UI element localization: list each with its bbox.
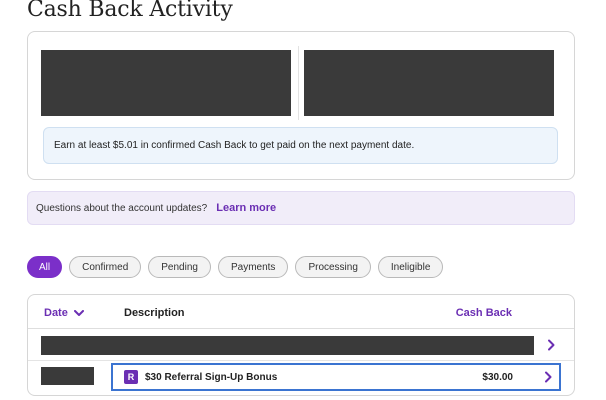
filter-payments[interactable]: Payments bbox=[217, 256, 289, 278]
table-header: Date Description Cash Back bbox=[28, 295, 574, 329]
filter-processing[interactable]: Processing bbox=[295, 256, 371, 278]
payout-notice-text: Earn at least $5.01 in confirmed Cash Ba… bbox=[54, 140, 415, 151]
filter-ineligible[interactable]: Ineligible bbox=[377, 256, 444, 278]
filter-confirmed[interactable]: Confirmed bbox=[69, 256, 142, 278]
redacted-summary-right bbox=[304, 50, 554, 116]
chevron-down-icon bbox=[73, 309, 84, 316]
filter-chips: All Confirmed Pending Payments Processin… bbox=[27, 256, 444, 278]
table-row[interactable] bbox=[28, 329, 574, 361]
chevron-right-icon[interactable] bbox=[543, 371, 553, 383]
redacted-date bbox=[41, 367, 94, 385]
redacted-row-content bbox=[41, 336, 534, 355]
activity-table: Date Description Cash Back R $30 Referra… bbox=[27, 294, 575, 396]
filter-all[interactable]: All bbox=[27, 256, 63, 278]
description-header: Description bbox=[124, 307, 185, 319]
date-sort-header[interactable]: Date bbox=[44, 307, 84, 319]
cash-back-header[interactable]: Cash Back bbox=[456, 307, 512, 319]
page-title: Cash Back Activity bbox=[27, 0, 233, 22]
card-divider bbox=[298, 46, 299, 120]
row-description: $30 Referral Sign-Up Bonus bbox=[145, 371, 278, 383]
referral-bonus-row[interactable]: R $30 Referral Sign-Up Bonus $30.00 bbox=[111, 363, 561, 391]
filter-pending[interactable]: Pending bbox=[148, 256, 211, 278]
row-amount: $30.00 bbox=[482, 371, 513, 383]
payout-notice: Earn at least $5.01 in confirmed Cash Ba… bbox=[43, 127, 558, 164]
redacted-summary-left bbox=[41, 50, 291, 116]
account-updates-question: Questions about the account updates? bbox=[36, 202, 208, 214]
account-updates-banner: Questions about the account updates? Lea… bbox=[27, 191, 575, 225]
referral-badge-icon: R bbox=[124, 370, 138, 384]
chevron-right-icon[interactable] bbox=[546, 339, 556, 351]
learn-more-link[interactable]: Learn more bbox=[216, 202, 276, 214]
table-row: R $30 Referral Sign-Up Bonus $30.00 bbox=[28, 361, 574, 395]
summary-card: Earn at least $5.01 in confirmed Cash Ba… bbox=[27, 31, 575, 180]
date-header-label: Date bbox=[44, 307, 68, 319]
